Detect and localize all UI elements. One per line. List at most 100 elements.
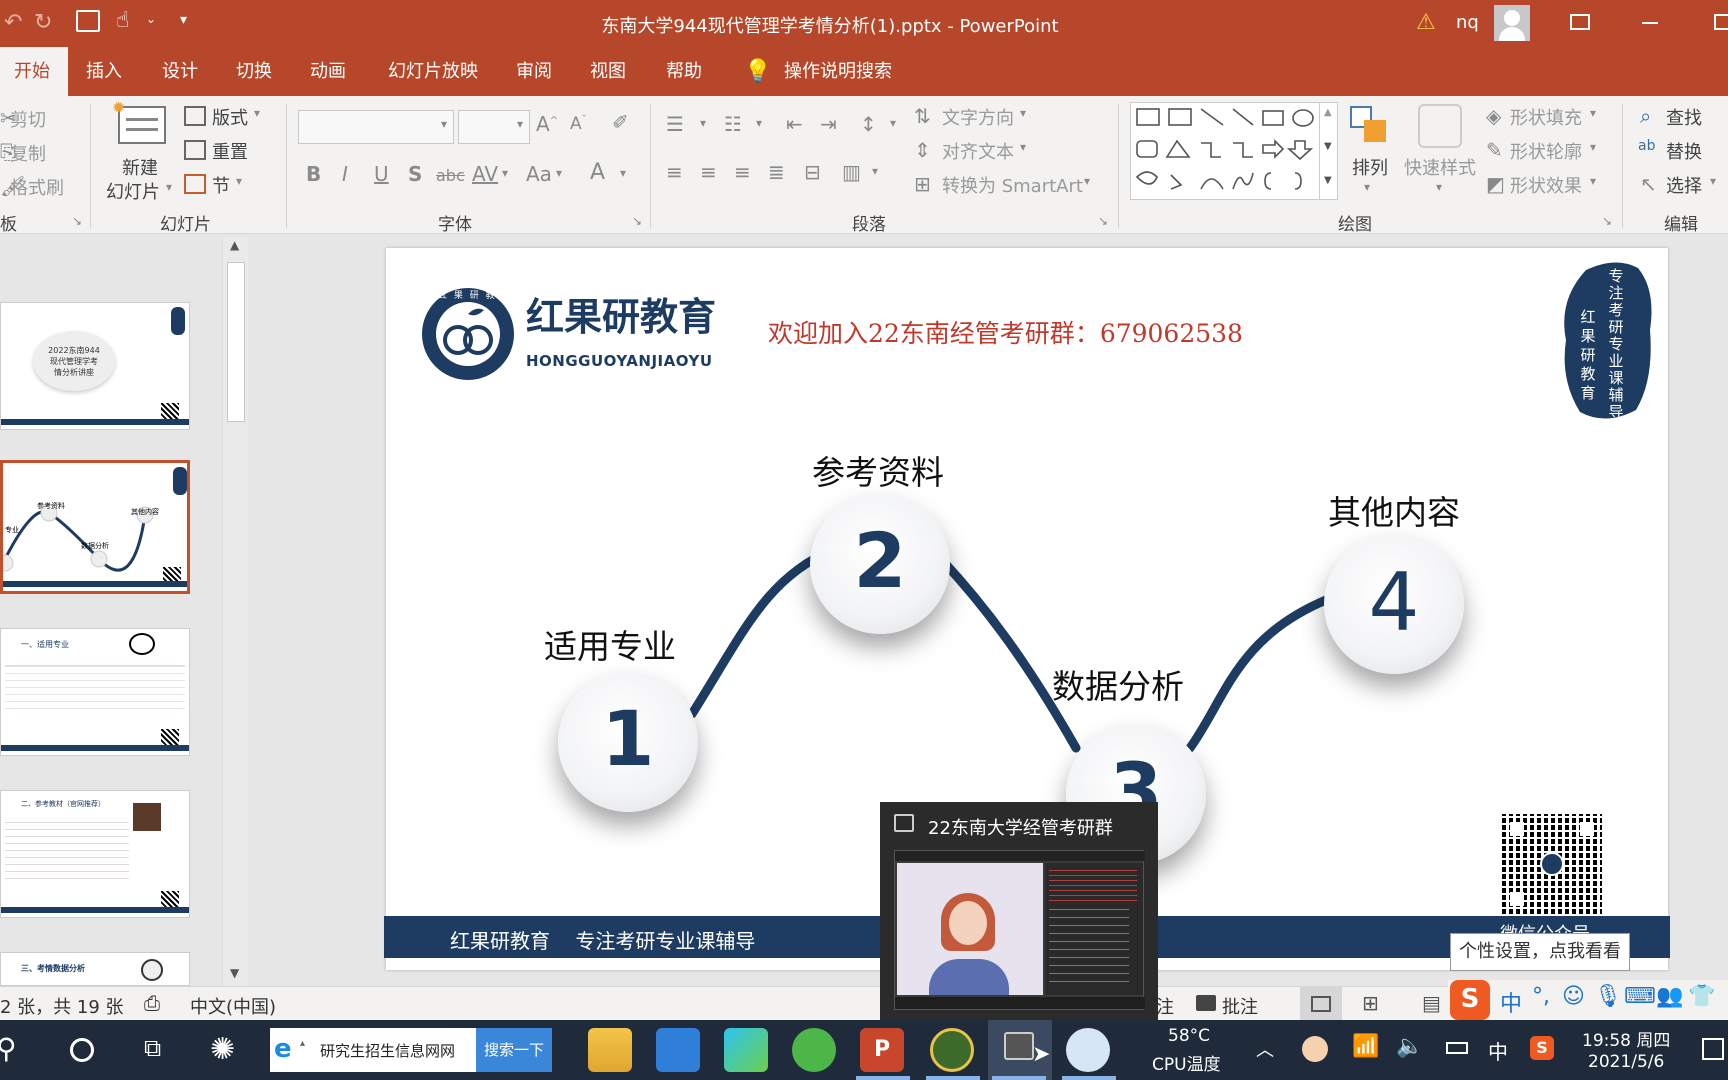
replace-icon[interactable]: ab [1638, 138, 1655, 154]
chevron-up-icon[interactable]: ︿ [1256, 1036, 1274, 1062]
shape-fill-button[interactable]: 形状填充 [1510, 104, 1582, 130]
search-icon[interactable]: ⚲ [0, 1032, 17, 1065]
warning-icon[interactable]: ⚠ [1416, 10, 1436, 35]
shape-fill-icon[interactable]: ◈ [1486, 104, 1501, 128]
shape-outline-button[interactable]: 形状轮廓 [1510, 138, 1582, 164]
bold-button[interactable]: B [306, 162, 321, 186]
ie-search-text[interactable]: 研究生招生信息网网 [320, 1040, 455, 1061]
replace-button[interactable]: 替换 [1666, 138, 1702, 164]
decrease-indent-icon[interactable]: ⇤ [786, 112, 803, 136]
columns-icon[interactable]: ▥ [842, 160, 861, 184]
chevron-down-icon[interactable]: ▾ [872, 164, 878, 178]
emblem-app-icon[interactable] [930, 1028, 974, 1072]
comments-button[interactable]: 批注 [1222, 993, 1258, 1019]
maximize-icon[interactable] [1714, 14, 1728, 30]
pinwheel-app-icon[interactable]: ✺ [210, 1032, 235, 1067]
text-direction-button[interactable]: 文字方向 [942, 104, 1014, 130]
cloud-app-icon[interactable] [1066, 1028, 1110, 1072]
minimize-icon[interactable] [1642, 22, 1658, 24]
undo-icon[interactable]: ↶ [4, 10, 22, 35]
language-indicator[interactable]: 中文(中国) [190, 993, 276, 1019]
increase-indent-icon[interactable]: ⇥ [820, 112, 837, 136]
clear-formatting-icon[interactable]: ✐ [612, 110, 629, 134]
tab-design[interactable]: 设计 [150, 47, 210, 96]
align-right-icon[interactable]: ≡ [734, 160, 751, 184]
wifi-icon[interactable]: 📶 [1352, 1034, 1379, 1059]
align-center-icon[interactable]: ≡ [700, 160, 717, 184]
dialog-launcher-icon[interactable]: ↘ [1602, 214, 1612, 228]
reading-view-icon[interactable]: ▤ [1422, 991, 1441, 1015]
justify-icon[interactable]: ≣ [768, 160, 785, 184]
cursor-icon[interactable]: ↖ [1640, 172, 1657, 196]
line-spacing-icon[interactable]: ↕ [860, 112, 877, 136]
dialog-launcher-icon[interactable]: ↘ [632, 214, 642, 228]
slide-thumbnail-2[interactable]: 参考资料 其他内容 数据分析 专业 [0, 460, 190, 594]
ie-search-button[interactable]: 搜索一下 [476, 1028, 552, 1072]
find-button[interactable]: 查找 [1666, 104, 1702, 130]
chevron-down-icon[interactable]: ▾ [166, 180, 172, 194]
section-icon[interactable] [184, 174, 206, 194]
ime-mode-icon[interactable]: 中 [1500, 986, 1522, 1018]
arrange-button[interactable]: 排列 [1352, 154, 1388, 180]
chevron-down-icon[interactable]: ⌄ [146, 12, 156, 26]
user-center-icon[interactable]: 👥 [1656, 984, 1683, 1009]
spell-check-icon[interactable]: ⎙ [144, 991, 160, 1015]
increase-font-icon[interactable]: A^ [536, 112, 558, 136]
scrollbar-thumb[interactable] [227, 262, 245, 422]
copy-button[interactable]: 复制 [10, 140, 46, 166]
chevron-down-icon[interactable]: ▾ [254, 106, 260, 120]
clock-date[interactable]: 2021/5/6 [1588, 1052, 1664, 1072]
chevron-down-icon[interactable]: ▾ [700, 116, 706, 130]
present-icon[interactable] [76, 10, 100, 32]
slide-thumbnail-3[interactable]: 一、适用专业 [0, 628, 190, 756]
shape-outline-icon[interactable]: ✎ [1486, 138, 1503, 162]
new-slide-label-2[interactable]: 幻灯片 [106, 178, 160, 204]
cut-button[interactable]: 剪切 [10, 106, 46, 132]
quick-styles-icon[interactable] [1418, 104, 1462, 148]
bullets-icon[interactable]: ☰ [666, 112, 684, 136]
taskbar-preview-popup[interactable]: 22东南大学经管考研群 [880, 802, 1158, 1020]
shape-effects-icon[interactable]: ◩ [1486, 172, 1505, 196]
gallery-scroll[interactable]: ▲ ▼ ▼ [1319, 103, 1337, 199]
chevron-down-icon[interactable]: ▾ [756, 116, 762, 130]
chevron-down-icon[interactable]: ▾ [1364, 180, 1370, 194]
reset-button[interactable]: 重置 [212, 138, 248, 164]
mail-icon[interactable] [656, 1028, 700, 1072]
select-button[interactable]: 选择 [1666, 172, 1702, 198]
ime-indicator[interactable]: 中 [1488, 1036, 1508, 1065]
touch-mode-icon[interactable]: ☝ [116, 8, 129, 33]
keyboard-icon[interactable]: ⌨ [1624, 984, 1656, 1009]
dialog-launcher-icon[interactable]: ↘ [72, 214, 82, 228]
sogou-icon[interactable]: S [1450, 980, 1490, 1020]
avatar[interactable] [1494, 5, 1530, 41]
tab-animations[interactable]: 动画 [298, 47, 358, 96]
numbering-icon[interactable]: ☷ [724, 112, 742, 136]
powerpoint-icon[interactable]: P [860, 1028, 904, 1072]
font-size-dropdown[interactable]: ▾ [458, 110, 530, 144]
search-icon[interactable]: ⌕ [1640, 104, 1651, 128]
chevron-down-icon[interactable]: ▾ [890, 116, 896, 130]
chevron-down-icon[interactable]: ▾ [1020, 140, 1026, 154]
underline-button[interactable]: U [374, 162, 389, 186]
chevron-down-icon[interactable]: ▾ [1436, 180, 1442, 194]
strikethrough-button[interactable]: abc [436, 166, 465, 185]
sogou-tray-icon[interactable]: S [1530, 1036, 1554, 1060]
thumbnail-scrollbar[interactable]: ▲ ▼ [222, 236, 248, 986]
class-app-highlight[interactable]: ➤ [988, 1020, 1052, 1080]
format-painter-button[interactable]: 格式刷 [10, 174, 64, 200]
tab-review[interactable]: 审阅 [504, 47, 564, 96]
browser-icon[interactable] [792, 1028, 836, 1072]
ie-search-box[interactable]: e ▴ 研究生招生信息网网 [270, 1028, 478, 1072]
change-case-button[interactable]: Aa [526, 162, 552, 186]
chevron-down-icon[interactable]: ▾ [556, 166, 562, 180]
smartart-button[interactable]: 转换为 SmartArt [942, 172, 1083, 198]
smartart-icon[interactable]: ⊞ [914, 172, 931, 196]
user-name[interactable]: nq [1456, 12, 1479, 33]
shadow-button[interactable]: S [408, 162, 422, 186]
italic-button[interactable]: I [342, 162, 348, 186]
font-color-button[interactable]: A [590, 160, 605, 185]
slide-sorter-icon[interactable]: ⊞ [1362, 991, 1379, 1015]
normal-view-icon[interactable] [1300, 987, 1342, 1021]
tell-me-search[interactable]: 操作说明搜索 [772, 47, 904, 96]
clock-time[interactable]: 19:58 周四 [1582, 1026, 1670, 1051]
